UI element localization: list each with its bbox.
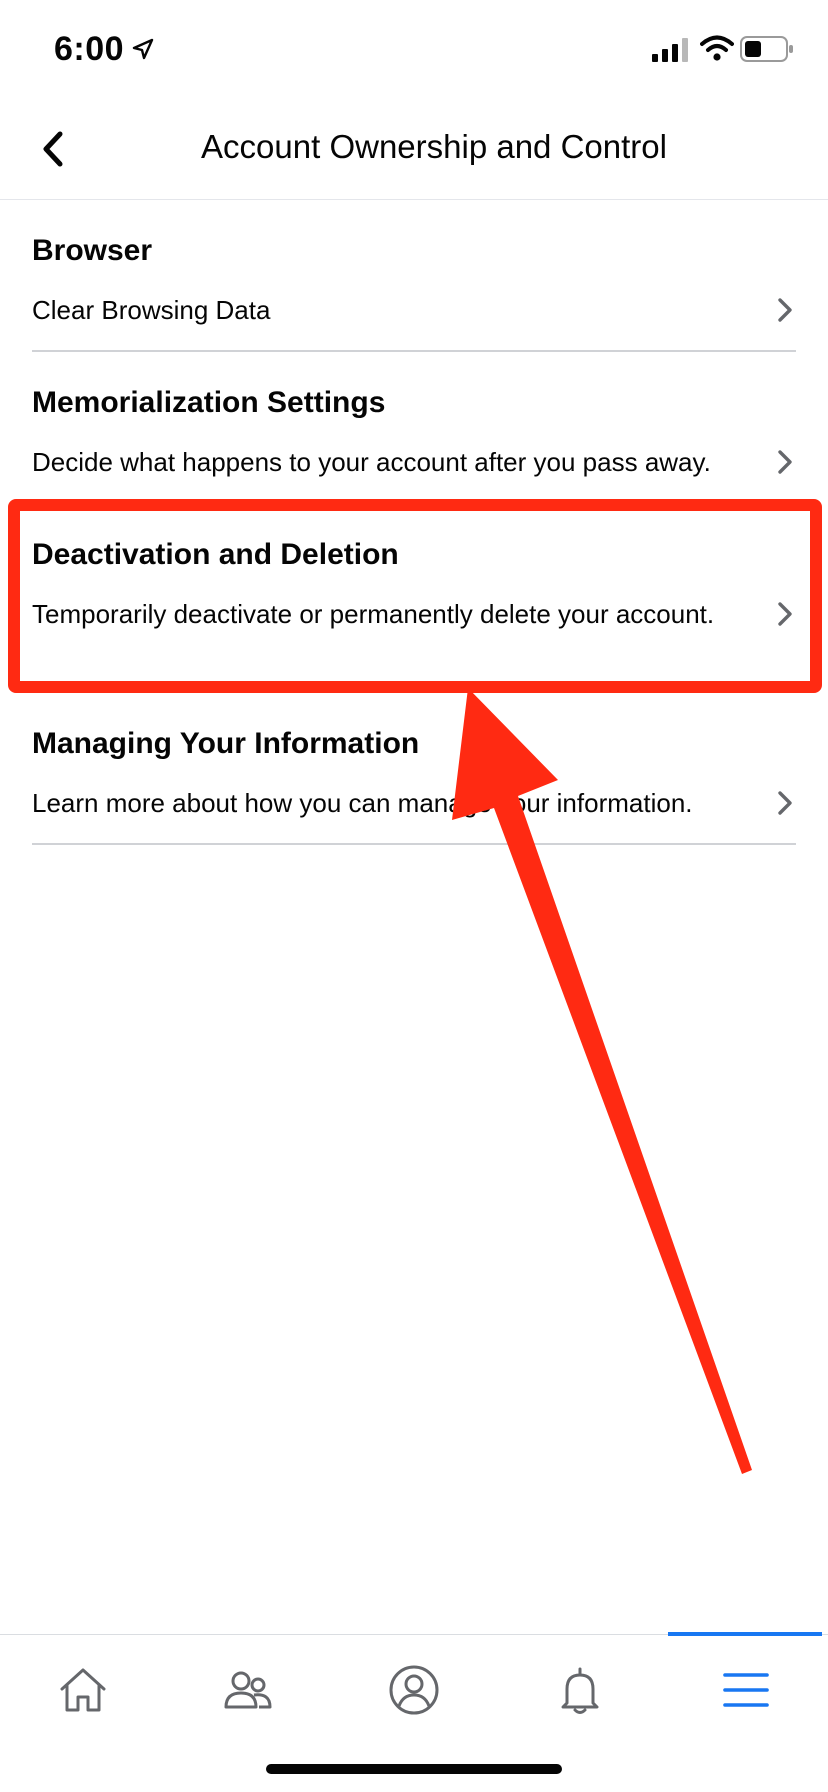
chevron-right-icon	[778, 298, 792, 322]
tab-profile[interactable]	[331, 1635, 496, 1745]
highlight-annotation-box	[8, 499, 822, 693]
clear-browsing-data-row[interactable]: Clear Browsing Data	[32, 294, 796, 326]
section-browser: Browser Clear Browsing Data	[32, 200, 796, 352]
section-title: Memorialization Settings	[32, 386, 386, 419]
managing-information-row[interactable]: Learn more about how you can manage your…	[32, 787, 796, 819]
back-button[interactable]	[26, 122, 80, 176]
bell-icon	[561, 1667, 598, 1714]
tab-notifications[interactable]	[497, 1635, 662, 1745]
location-arrow-icon	[132, 38, 154, 60]
page-title: Account Ownership and Control	[201, 128, 667, 165]
chevron-left-icon	[43, 131, 63, 167]
row-description: Decide what happens to your account afte…	[32, 447, 711, 477]
section-title: Managing Your Information	[32, 727, 420, 760]
chevron-right-icon	[778, 450, 792, 474]
section-memorialization: Memorialization Settings Decide what hap…	[32, 352, 796, 504]
menu-icon	[722, 1673, 769, 1707]
tab-menu[interactable]	[663, 1635, 828, 1745]
home-icon	[60, 1668, 105, 1712]
status-time: 6:00	[54, 30, 125, 68]
row-description: Clear Browsing Data	[32, 295, 271, 325]
home-indicator[interactable]	[266, 1764, 562, 1774]
nav-header: Account Ownership and Control	[0, 100, 828, 200]
chevron-right-icon	[778, 791, 792, 815]
wifi-icon	[700, 35, 734, 61]
cellular-signal-icon	[652, 38, 688, 62]
section-managing-information: Managing Your Information Learn more abo…	[32, 693, 796, 845]
section-title: Browser	[32, 234, 153, 267]
row-description: Learn more about how you can manage your…	[32, 788, 693, 818]
screen: 6:00 Account Ownership and Control Brows…	[0, 0, 828, 1792]
status-bar: 6:00	[0, 0, 828, 100]
friends-icon	[224, 1671, 271, 1709]
tab-home[interactable]	[0, 1635, 165, 1745]
battery-icon	[740, 36, 793, 62]
profile-icon	[389, 1665, 438, 1715]
tab-friends[interactable]	[165, 1635, 330, 1745]
memorialization-settings-row[interactable]: Decide what happens to your account afte…	[32, 446, 796, 478]
